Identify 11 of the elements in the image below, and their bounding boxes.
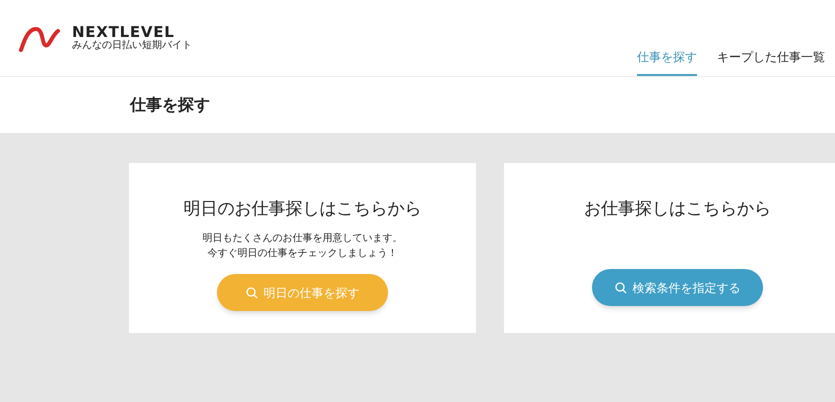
logo-tagline: みんなの日払い短期バイト <box>72 40 192 52</box>
search-button[interactable]: 検索条件を指定する <box>592 269 763 306</box>
search-icon <box>246 286 258 298</box>
search-icon <box>614 282 626 294</box>
nav-tab[interactable]: キープした仕事一覧 <box>717 48 825 76</box>
card-title: 明日のお仕事探しはこちらから <box>184 198 422 221</box>
search-button[interactable]: 明日の仕事を探す <box>217 274 388 311</box>
card-description: 明日もたくさんのお仕事を用意しています。 今すぐ明日の仕事をチェックしましょう！ <box>202 232 402 261</box>
card-title: お仕事探しはこちらから <box>584 198 771 221</box>
logo-wordmark: NEXTLEVEL <box>72 24 175 40</box>
page-title: 仕事を探す <box>130 94 210 116</box>
